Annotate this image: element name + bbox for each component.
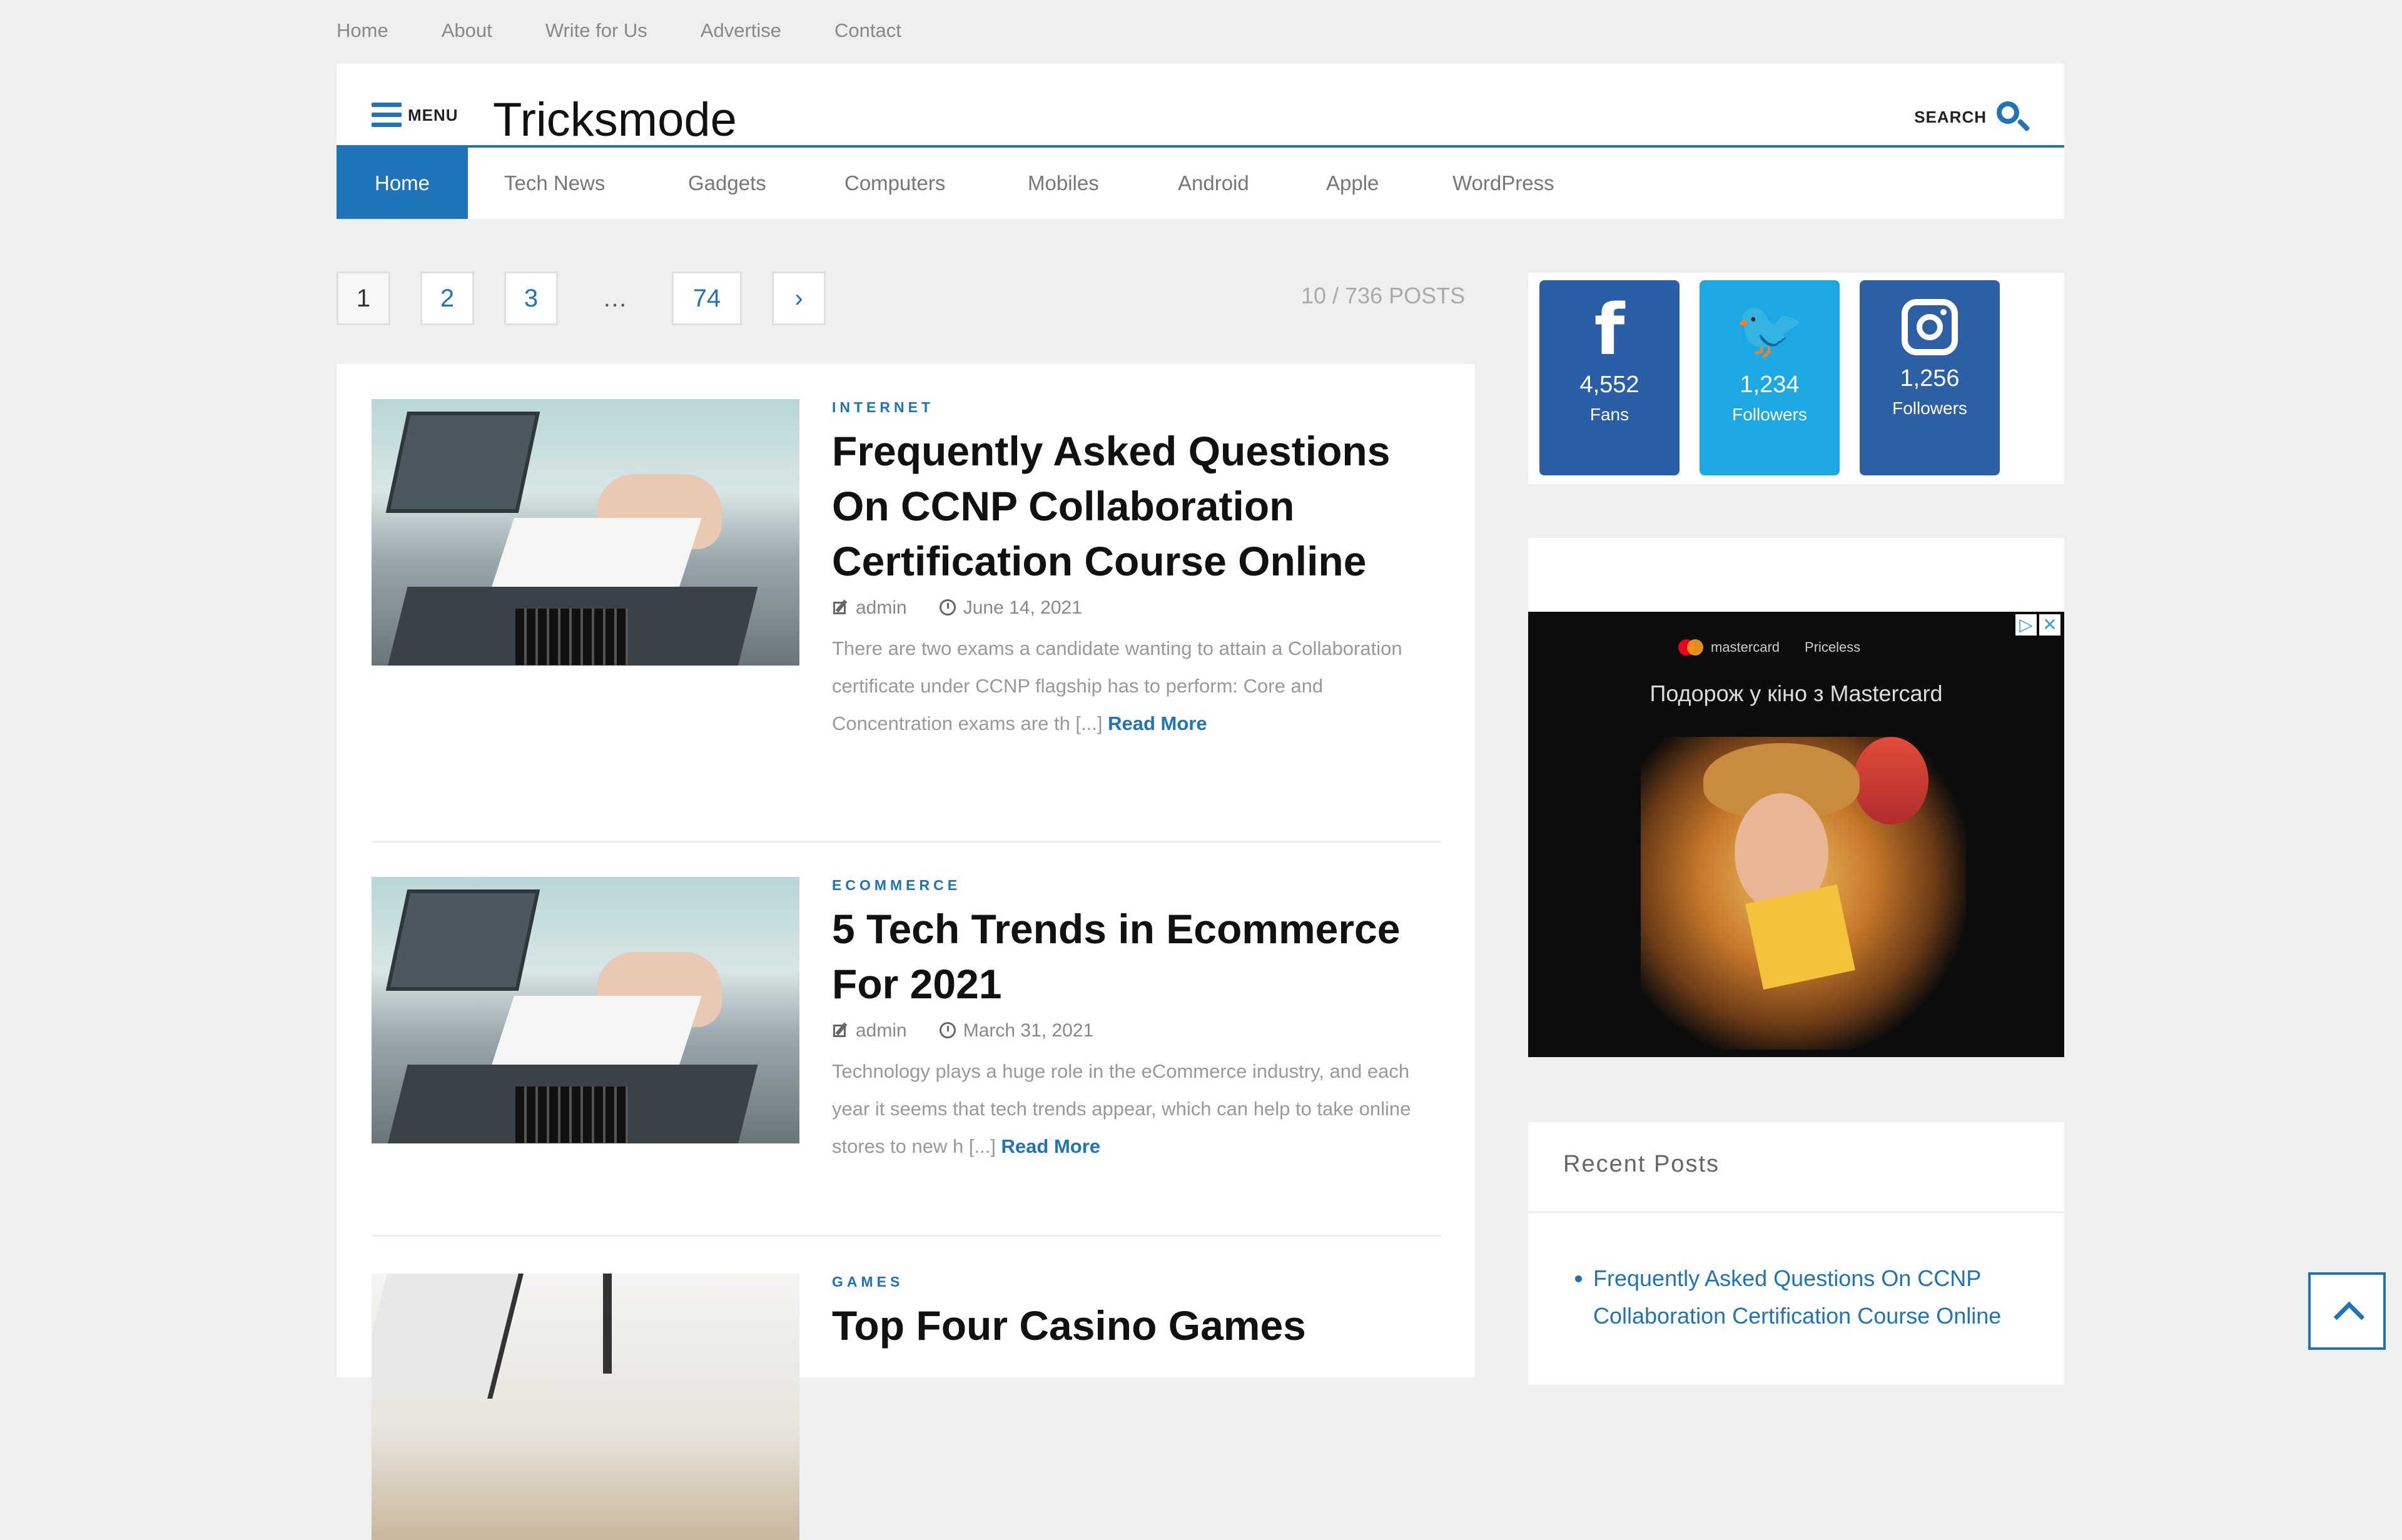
facebook-unit: Fans: [1589, 405, 1629, 424]
twitter-icon: 🐦: [1734, 297, 1805, 363]
post-category[interactable]: ECOMMERCE: [832, 877, 1445, 894]
facebook-counter[interactable]: f 4,552 Fans: [1539, 280, 1680, 475]
instagram-icon: [1902, 299, 1958, 355]
page-1[interactable]: 1: [337, 271, 390, 325]
social-counters: f 4,552 Fans 🐦 1,234 Followers 1,256 Fol…: [1528, 273, 2064, 484]
post-divider: [372, 841, 1441, 843]
nav-item-mobiles[interactable]: Mobiles: [1028, 148, 1099, 219]
read-more-link[interactable]: Read More: [1108, 712, 1207, 734]
post-meta: admin March 31, 2021: [832, 1020, 1445, 1041]
recent-posts-title: Recent Posts: [1563, 1151, 1720, 1177]
post-meta: admin June 14, 2021: [832, 597, 1445, 619]
twitter-count: 1,234: [1740, 372, 1800, 398]
hamburger-icon: [372, 103, 403, 128]
pagination: 1 2 3 … 74 ›: [337, 271, 856, 325]
ad-tagline: Подорож у кіно з Mastercard: [1649, 681, 1943, 706]
menu-label: MENU: [408, 105, 459, 124]
search-label: SEARCH: [1914, 107, 1987, 126]
top-link-about[interactable]: About: [442, 18, 492, 44]
twitter-unit: Followers: [1732, 405, 1807, 424]
advertisement[interactable]: mastercard Priceless Подорож у кіно з Ma…: [1528, 612, 2064, 1057]
post-author[interactable]: admin: [856, 597, 907, 619]
post-excerpt: Technology plays a huge role in the eCom…: [832, 1053, 1445, 1165]
recent-posts-header: Recent Posts: [1528, 1122, 2064, 1213]
search-icon: [1994, 99, 2030, 135]
read-more-link[interactable]: Read More: [1001, 1135, 1100, 1157]
post-divider: [372, 1235, 1441, 1237]
facebook-icon: f: [1594, 290, 1625, 371]
top-link-advertise[interactable]: Advertise: [701, 18, 781, 44]
post-list: INTERNET Frequently Asked Questions On C…: [337, 364, 1475, 1540]
back-to-top-button[interactable]: [2308, 1272, 2386, 1350]
top-link-write-for-us[interactable]: Write for Us: [545, 18, 647, 44]
post-thumbnail[interactable]: [372, 1274, 799, 1540]
page-ellipsis: …: [602, 284, 627, 312]
mastercard-logo-icon: [1678, 639, 1703, 656]
instagram-count: 1,256: [1900, 365, 1960, 392]
site-logo[interactable]: Tricksmode: [493, 93, 737, 147]
nav-item-computers[interactable]: Computers: [844, 148, 945, 219]
post-category[interactable]: GAMES: [832, 1274, 1445, 1290]
ad-brand-2: Priceless: [1805, 639, 1861, 655]
post-thumbnail[interactable]: [372, 877, 799, 1143]
post-excerpt-text: Technology plays a huge role in the eCom…: [832, 1060, 1411, 1157]
post-author[interactable]: admin: [856, 1020, 907, 1041]
page-3[interactable]: 3: [504, 271, 558, 325]
nav-item-apple[interactable]: Apple: [1326, 148, 1379, 219]
recent-post-link[interactable]: Frequently Asked Questions On CCNP Colla…: [1593, 1260, 2056, 1335]
nav-item-gadgets[interactable]: Gadgets: [688, 148, 766, 219]
ad-brand: mastercard Priceless: [1678, 639, 1860, 656]
post-title[interactable]: 5 Tech Trends in Ecommerce For 2021: [832, 901, 1445, 1011]
instagram-counter[interactable]: 1,256 Followers: [1860, 280, 2000, 475]
post-count: 10 / 736 POSTS: [1301, 283, 1466, 308]
post-title[interactable]: Top Four Casino Games: [832, 1298, 1445, 1353]
search-button[interactable]: SEARCH: [1914, 99, 2030, 135]
top-link-home[interactable]: Home: [337, 18, 388, 44]
ad-brand-1: mastercard: [1711, 639, 1780, 655]
page-2[interactable]: 2: [420, 271, 474, 325]
post-title[interactable]: Frequently Asked Questions On CCNP Colla…: [832, 423, 1445, 589]
edit-icon: [832, 599, 849, 617]
edit-icon: [832, 1022, 849, 1040]
ad-close-icon[interactable]: ✕: [2039, 614, 2060, 636]
main-nav: Home Tech News Gadgets Computers Mobiles…: [337, 148, 2064, 219]
nav-item-android[interactable]: Android: [1178, 148, 1249, 219]
post-excerpt: There are two exams a candidate wanting …: [832, 630, 1445, 742]
post-thumbnail[interactable]: [372, 399, 799, 666]
instagram-unit: Followers: [1892, 398, 1967, 418]
recent-posts-widget: Recent Posts Frequently Asked Questions …: [1528, 1122, 2064, 1385]
facebook-count: 4,552: [1579, 372, 1639, 398]
menu-button[interactable]: MENU: [372, 103, 459, 128]
nav-item-home[interactable]: Home: [337, 148, 468, 219]
balloon-illustration: [1853, 737, 1928, 824]
ad-controls: ▷ ✕: [2013, 614, 2060, 636]
clock-icon: [939, 1022, 957, 1040]
post-date: June 14, 2021: [963, 597, 1082, 618]
nav-item-tech-news[interactable]: Tech News: [504, 148, 605, 219]
site-header: MENU Tricksmode SEARCH: [337, 64, 2064, 148]
clock-icon: [939, 599, 957, 617]
ad-info-icon[interactable]: ▷: [2015, 614, 2037, 636]
page-last[interactable]: 74: [672, 271, 742, 325]
post-category[interactable]: INTERNET: [832, 399, 1445, 416]
nav-item-wordpress[interactable]: WordPress: [1452, 148, 1554, 219]
next-page-button[interactable]: ›: [772, 271, 826, 325]
top-links: Home About Write for Us Advertise Contac…: [337, 18, 955, 44]
twitter-counter[interactable]: 🐦 1,234 Followers: [1700, 280, 1840, 475]
recent-posts-list: Frequently Asked Questions On CCNP Colla…: [1568, 1260, 2056, 1335]
top-link-contact[interactable]: Contact: [834, 18, 901, 44]
post-date: March 31, 2021: [963, 1020, 1094, 1041]
